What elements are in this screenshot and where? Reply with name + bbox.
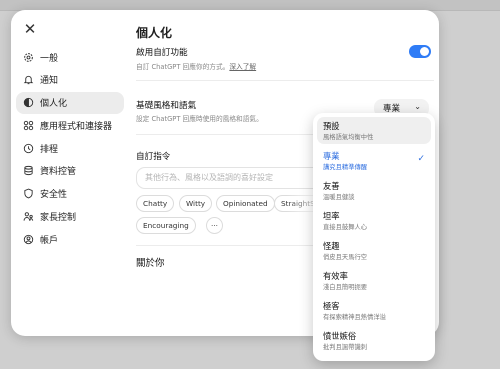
option-label: 坦率 [323, 211, 340, 221]
chevron-down-icon: ⌄ [414, 102, 421, 111]
option-label: 怪趣 [323, 241, 340, 251]
sidebar-item-label: 資料控管 [40, 167, 77, 178]
sidebar-item-data-controls[interactable]: 資料控管 [16, 160, 124, 182]
chip-encouraging[interactable]: Encouraging [136, 217, 196, 234]
close-icon[interactable]: ✕ [21, 20, 39, 38]
sidebar-item-label: 通知 [40, 76, 59, 87]
more-chips-button[interactable]: ··· [206, 217, 223, 234]
option-description: 風格語氣均衡中性 [323, 134, 374, 141]
gear-icon [23, 52, 34, 63]
background-header [0, 0, 500, 10]
option-label: 憤世嫉俗 [323, 331, 357, 341]
database-icon [23, 165, 34, 176]
sidebar-item-account[interactable]: 帳戶 [16, 228, 124, 250]
option-description: 批判且諷帶譏刺 [323, 344, 368, 351]
option-label: 預設 [323, 121, 340, 131]
custom-features-subtitle: 自訂 ChatGPT 回應你的方式。深入了解 [136, 61, 256, 71]
sidebar-item-apps[interactable]: 應用程式和連接器 [16, 114, 124, 136]
option-description: 溫暖且健談 [323, 194, 355, 201]
option-description: 講究且精準傳醒 [323, 164, 368, 171]
custom-instructions-input[interactable]: 其他行為、風格以及語調的喜好設定 [136, 167, 322, 189]
custom-features-description: 自訂 ChatGPT 回應你的方式。 [136, 63, 230, 71]
sidebar-item-label: 應用程式和連接器 [40, 121, 113, 132]
dropdown-option-quirky[interactable]: 怪趣 俏皮且天馬行空 [317, 237, 431, 264]
family-icon [23, 211, 34, 222]
sidebar-item-personalization[interactable]: 個人化 [16, 91, 124, 114]
option-label: 專業 [323, 151, 340, 161]
option-label: 有效率 [323, 271, 348, 281]
divider [136, 80, 434, 81]
sidebar-item-label: 家長控制 [40, 213, 77, 224]
chip-witty[interactable]: Witty [179, 195, 213, 212]
clock-icon [23, 143, 34, 154]
option-label: 極客 [323, 301, 340, 311]
style-dropdown-menu: 預設 風格語氣均衡中性 專業 講究且精準傳醒 ✓ 友善 溫暖且健談 坦率 直接且… [313, 113, 435, 361]
sidebar-item-label: 帳戶 [40, 235, 59, 246]
dropdown-option-nerdy[interactable]: 極客 有探索精神且熱情洋溢 [317, 297, 431, 324]
dropdown-option-default[interactable]: 預設 風格語氣均衡中性 [317, 117, 431, 144]
shield-icon [23, 188, 34, 199]
sidebar-item-notifications[interactable]: 通知 [16, 69, 124, 91]
personalization-icon [23, 97, 34, 108]
learn-more-link[interactable]: 深入了解 [229, 63, 256, 71]
chip-opinionated[interactable]: Opinionated [216, 195, 275, 212]
sidebar-item-schedules[interactable]: 排程 [16, 137, 124, 159]
sidebar-item-label: 個人化 [40, 99, 68, 110]
dropdown-option-friendly[interactable]: 友善 溫暖且健談 [317, 177, 431, 204]
dropdown-option-efficient[interactable]: 有效率 淺白且簡明扼要 [317, 267, 431, 294]
option-description: 淺白且簡明扼要 [323, 284, 368, 291]
sidebar-item-label: 排程 [40, 144, 59, 155]
base-style-title: 基礎風格和語氣 [136, 101, 197, 111]
page-title: 個人化 [136, 26, 173, 40]
sidebar-item-general[interactable]: 一般 [16, 46, 124, 68]
custom-instructions-title: 自訂指令 [136, 152, 171, 162]
option-label: 友善 [323, 181, 340, 191]
option-description: 直接且鼓舞人心 [323, 224, 368, 231]
settings-sidebar: 一般 通知 個人化 應用程式和連接器 排程 資料控管 安全性 家長控制 帳戶 [16, 46, 124, 251]
custom-features-toggle[interactable] [409, 45, 431, 58]
dropdown-option-cynical[interactable]: 憤世嫉俗 批判且諷帶譏刺 [317, 327, 431, 354]
account-icon [23, 234, 34, 245]
sidebar-item-label: 一般 [40, 53, 59, 64]
sidebar-item-label: 安全性 [40, 190, 68, 201]
sidebar-item-security[interactable]: 安全性 [16, 183, 124, 205]
sidebar-item-parental-controls[interactable]: 家長控制 [16, 206, 124, 228]
dropdown-option-candid[interactable]: 坦率 直接且鼓舞人心 [317, 207, 431, 234]
checkmark-icon: ✓ [417, 154, 425, 164]
option-description: 俏皮且天馬行空 [323, 254, 368, 261]
dropdown-option-professional[interactable]: 專業 講究且精準傳醒 ✓ [317, 147, 431, 174]
apps-grid-icon [23, 120, 34, 131]
chip-chatty[interactable]: Chatty [136, 195, 175, 212]
about-you-title: 關於你 [136, 258, 165, 269]
bell-icon [23, 74, 34, 85]
custom-features-title: 啟用自訂功能 [136, 48, 188, 58]
base-style-subtitle: 設定 ChatGPT 回應時使用的風格和語氣。 [136, 115, 263, 123]
option-description: 有探索精神且熱情洋溢 [323, 314, 386, 321]
